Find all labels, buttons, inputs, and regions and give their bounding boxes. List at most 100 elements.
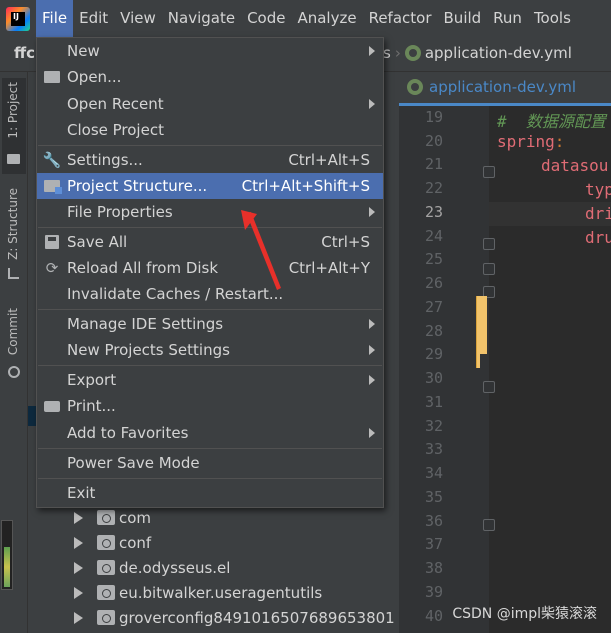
breadcrumb-file[interactable]: application-dev.yml xyxy=(425,44,572,62)
menu-item-label: File Properties xyxy=(67,203,173,221)
menu-file[interactable]: File xyxy=(36,0,74,37)
code-line-driver: dri xyxy=(585,204,611,223)
line-number: 29 xyxy=(424,345,443,363)
code-line-datasource: datasou xyxy=(541,156,609,175)
tree-item-label: com xyxy=(119,508,152,527)
menu-item-label: New Projects Settings xyxy=(67,341,230,359)
memory-indicator[interactable] xyxy=(1,520,13,590)
fold-marker-icon[interactable] xyxy=(483,238,495,250)
line-number: 32 xyxy=(424,417,443,435)
line-number: 35 xyxy=(424,488,443,506)
tree-item[interactable]: de.odysseus.el xyxy=(74,555,230,580)
tab-commit[interactable]: Commit xyxy=(2,304,26,384)
menu-shortcut: Ctrl+Alt+Y xyxy=(288,259,370,277)
line-number-current: 23 xyxy=(424,203,443,221)
submenu-arrow-icon xyxy=(369,46,375,56)
expand-arrow-icon[interactable] xyxy=(74,561,83,574)
menu-item-close-project[interactable]: Close Project xyxy=(37,117,383,143)
menu-item-add-to-favorites[interactable]: Add to Favorites xyxy=(37,420,383,446)
line-number: 25 xyxy=(424,250,443,268)
tree-item[interactable]: groverconfig8491016507689653801 xyxy=(74,605,395,630)
line-number: 34 xyxy=(424,464,443,482)
tree-item[interactable]: com xyxy=(74,505,151,530)
tool-window-strip: 1: Project Z: Structure Commit xyxy=(0,72,28,633)
menu-code[interactable]: Code xyxy=(241,0,291,37)
menu-item-label: New xyxy=(67,42,100,60)
tree-item-label: conf xyxy=(119,533,152,552)
project-structure-icon xyxy=(42,177,62,195)
menu-item-label: Print... xyxy=(67,397,116,415)
breadcrumb-tail[interactable]: s xyxy=(383,44,391,62)
menu-bar: IJ File Edit View Navigate Code Analyze … xyxy=(0,0,611,37)
tree-item-label: groverconfig8491016507689653801 xyxy=(119,608,395,627)
menu-item-invalidate-caches[interactable]: Invalidate Caches / Restart... xyxy=(37,281,383,307)
tree-item-label: eu.bitwalker.useragentutils xyxy=(119,583,323,602)
menu-item-save-all[interactable]: Save All Ctrl+S xyxy=(37,229,383,255)
tab-project[interactable]: 1: Project xyxy=(2,78,26,174)
line-number: 28 xyxy=(424,322,443,340)
line-number: 38 xyxy=(424,559,443,577)
tree-item[interactable]: conf xyxy=(74,530,151,555)
menu-analyze[interactable]: Analyze xyxy=(291,0,362,37)
menu-build[interactable]: Build xyxy=(438,0,488,37)
code-line-spring: spring: xyxy=(497,132,565,151)
tree-item-label: de.odysseus.el xyxy=(119,558,231,577)
expand-arrow-icon[interactable] xyxy=(74,511,83,524)
editor-pane: application-dev.yml 19 20 21 22 23 24 25… xyxy=(399,72,611,633)
watermark: CSDN @impl柴猿滚滚 xyxy=(452,606,597,622)
expand-arrow-icon[interactable] xyxy=(74,611,83,624)
menu-item-exit[interactable]: Exit xyxy=(37,480,383,506)
menu-view[interactable]: View xyxy=(114,0,162,37)
submenu-arrow-icon xyxy=(369,375,375,385)
menu-item-open[interactable]: Open... xyxy=(37,64,383,90)
menu-item-file-properties[interactable]: File Properties xyxy=(37,199,383,225)
menu-refactor[interactable]: Refactor xyxy=(363,0,438,37)
menu-run[interactable]: Run xyxy=(487,0,528,37)
menu-item-new[interactable]: New xyxy=(37,38,383,64)
menu-item-open-recent[interactable]: Open Recent xyxy=(37,91,383,117)
fold-marker-icon[interactable] xyxy=(483,263,495,275)
package-folder-icon xyxy=(97,585,115,600)
menu-edit[interactable]: Edit xyxy=(73,0,114,37)
expand-arrow-icon[interactable] xyxy=(74,536,83,549)
editor-tab[interactable]: application-dev.yml xyxy=(399,72,611,106)
menu-item-power-save-mode[interactable]: Power Save Mode xyxy=(37,450,383,476)
menu-item-project-structure[interactable]: Project Structure... Ctrl+Alt+Shift+S xyxy=(37,173,383,199)
menu-item-label: Add to Favorites xyxy=(67,424,189,442)
menu-item-export[interactable]: Export xyxy=(37,367,383,393)
line-number: 30 xyxy=(424,369,443,387)
menu-separator xyxy=(38,309,382,310)
menu-item-label: Settings... xyxy=(67,151,143,169)
menu-navigate[interactable]: Navigate xyxy=(162,0,241,37)
tree-item[interactable]: eu.bitwalker.useragentutils xyxy=(74,580,322,605)
line-number: 24 xyxy=(424,227,443,245)
submenu-arrow-icon xyxy=(369,345,375,355)
menu-item-print[interactable]: Print... xyxy=(37,393,383,419)
line-number: 21 xyxy=(424,155,443,173)
menu-item-label: Export xyxy=(67,371,117,389)
fold-marker-icon[interactable] xyxy=(483,381,495,393)
menu-separator xyxy=(38,478,382,479)
menu-tools[interactable]: Tools xyxy=(528,0,577,37)
red-arrow-annotation-icon xyxy=(241,210,281,290)
project-name-crumb[interactable]: ffc xyxy=(14,44,35,62)
menu-item-label: Manage IDE Settings xyxy=(67,315,224,333)
reload-icon: ⟳ xyxy=(45,259,59,277)
menu-item-label: Open Recent xyxy=(67,95,164,113)
tab-structure[interactable]: Z: Structure xyxy=(2,184,26,284)
breadcrumb: s › application-dev.yml xyxy=(383,44,572,62)
fold-marker-icon[interactable] xyxy=(483,519,495,531)
fold-marker-icon[interactable] xyxy=(483,166,495,178)
menu-item-new-projects-settings[interactable]: New Projects Settings xyxy=(37,337,383,363)
menu-item-label: Power Save Mode xyxy=(67,454,200,472)
menu-item-reload[interactable]: ⟳ Reload All from Disk Ctrl+Alt+Y xyxy=(37,255,383,281)
menu-item-settings[interactable]: 🔧 Settings... Ctrl+Alt+S xyxy=(37,147,383,173)
submenu-arrow-icon xyxy=(369,99,375,109)
line-number: 22 xyxy=(424,179,443,197)
menu-item-label: Open... xyxy=(67,68,122,86)
menu-item-manage-ide-settings[interactable]: Manage IDE Settings xyxy=(37,311,383,337)
expand-arrow-icon[interactable] xyxy=(74,586,83,599)
menu-shortcut: Ctrl+Alt+S xyxy=(288,151,370,169)
submenu-arrow-icon xyxy=(369,319,375,329)
menu-shortcut: Ctrl+S xyxy=(321,233,370,251)
